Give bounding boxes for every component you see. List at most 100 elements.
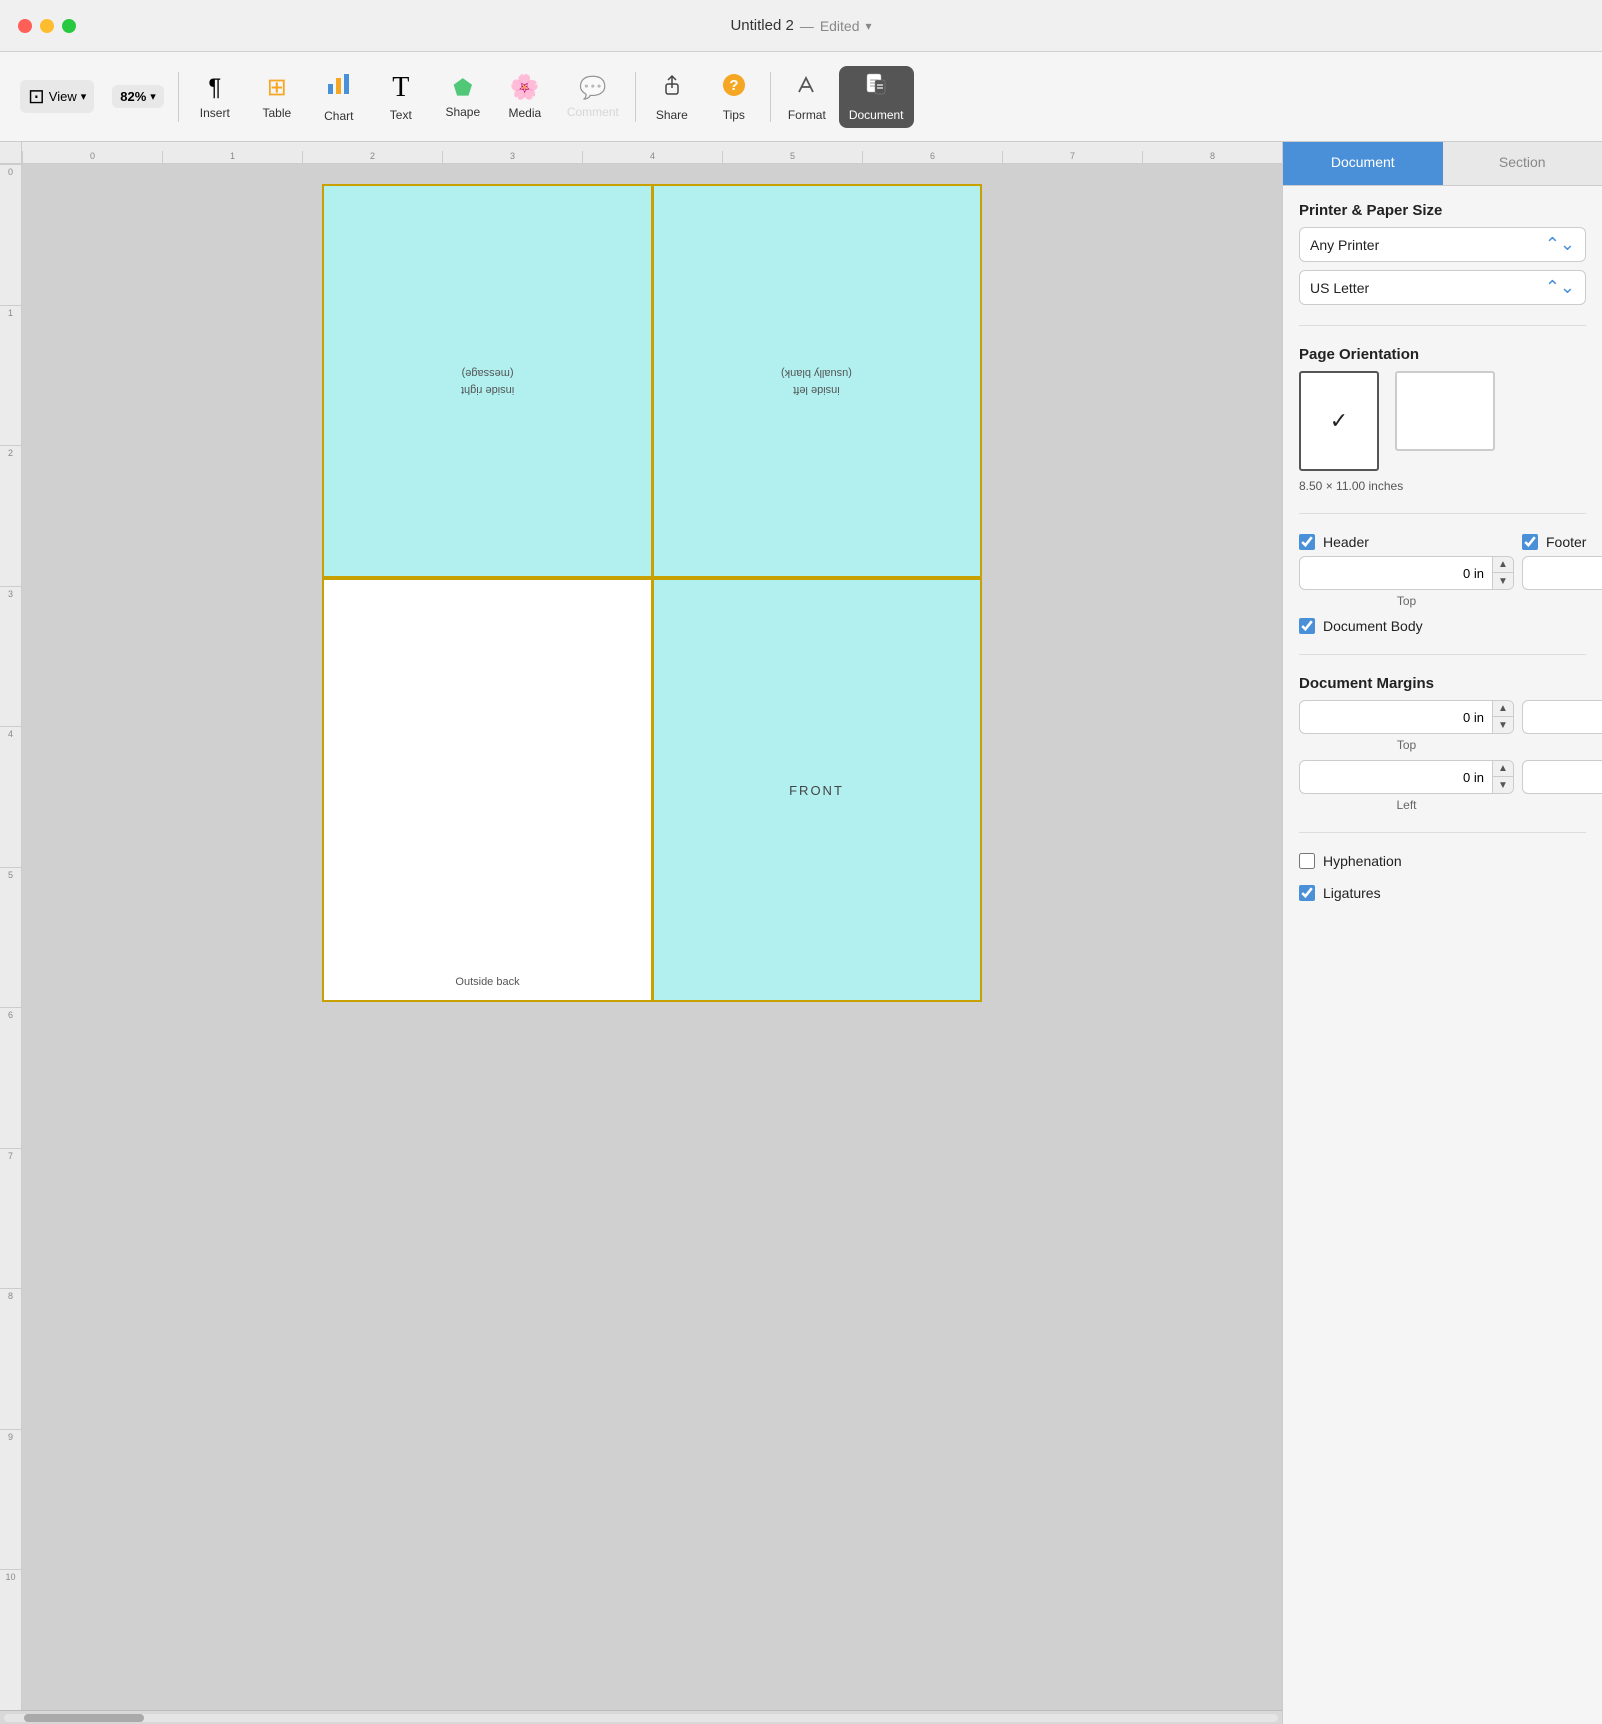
divider-1	[178, 72, 179, 122]
hyphenation-checkbox[interactable]	[1299, 853, 1315, 869]
insert-button[interactable]: ¶ Insert	[185, 68, 245, 126]
format-button[interactable]: Format	[777, 66, 837, 128]
outside-back-label: Outside back	[324, 976, 651, 988]
insert-label: Insert	[200, 106, 230, 120]
margin-left-input[interactable]	[1300, 764, 1492, 791]
close-button[interactable]	[18, 19, 32, 33]
portrait-preview: ✓	[1299, 371, 1379, 471]
bottom-row: Outside back FRONT	[322, 580, 982, 1002]
printer-select-arrow: ⌃⌄	[1545, 234, 1575, 255]
margin-top-group: ▲ ▼ Top	[1299, 700, 1514, 752]
share-icon	[659, 72, 685, 104]
horizontal-scrollbar[interactable]	[0, 1710, 1282, 1724]
footer-input[interactable]	[1523, 560, 1602, 587]
tips-button[interactable]: ? Tips	[704, 66, 764, 128]
window-title: Untitled 2 — Edited ▾	[730, 17, 871, 34]
ruler-mark-1: 1	[162, 151, 302, 163]
document-body-checkbox[interactable]	[1299, 618, 1315, 634]
landscape-preview	[1395, 371, 1495, 451]
printer-paper-title: Printer & Paper Size	[1299, 202, 1586, 219]
margin-top-step-down[interactable]: ▼	[1493, 717, 1513, 733]
orientation-portrait[interactable]: ✓	[1299, 371, 1379, 471]
printer-paper-section: Printer & Paper Size Any Printer ⌃⌄ US L…	[1299, 202, 1586, 305]
tips-icon: ?	[721, 72, 747, 104]
top-row: inside right(message) inside left(usuall…	[322, 184, 982, 578]
margin-left-steppers: ▲ ▼	[1492, 761, 1513, 793]
tab-document[interactable]: Document	[1283, 142, 1443, 185]
page-inside-right: inside right(message)	[324, 186, 653, 576]
divider-printer-orientation	[1299, 325, 1586, 326]
header-checkbox[interactable]	[1299, 534, 1315, 550]
margin-bottom-input[interactable]	[1523, 704, 1602, 731]
ligatures-label: Ligatures	[1323, 885, 1381, 901]
share-button[interactable]: Share	[642, 66, 702, 128]
shape-button[interactable]: ⬟ Shape	[433, 69, 493, 125]
margin-left-step-up[interactable]: ▲	[1493, 761, 1513, 777]
divider-orientation-header	[1299, 513, 1586, 514]
table-button[interactable]: ⊞ Table	[247, 67, 307, 126]
paper-select-arrow: ⌃⌄	[1545, 277, 1575, 298]
paper-select[interactable]: US Letter ⌃⌄	[1299, 270, 1586, 305]
minimize-button[interactable]	[40, 19, 54, 33]
margins-section: Document Margins ▲ ▼ Top	[1299, 675, 1586, 812]
view-control[interactable]: ⊡ View ▾	[12, 76, 102, 117]
zoom-control[interactable]: 82% ▾	[104, 81, 172, 112]
page-outside-back: Outside back	[324, 580, 653, 1000]
margins-title: Document Margins	[1299, 675, 1586, 692]
view-label: View	[49, 89, 77, 104]
header-input[interactable]	[1300, 560, 1492, 587]
portrait-checkmark: ✓	[1330, 408, 1348, 434]
svg-text:?: ?	[729, 77, 738, 94]
canvas-scroll[interactable]: 0 1 2 3 4 5 6 7 8 9 10	[0, 164, 1282, 1710]
panel-body: Printer & Paper Size Any Printer ⌃⌄ US L…	[1283, 186, 1602, 917]
printer-select[interactable]: Any Printer ⌃⌄	[1299, 227, 1586, 262]
toolbar: ⊡ View ▾ 82% ▾ ¶ Insert ⊞ Table Chart	[0, 52, 1602, 142]
divider-margins-hyph	[1299, 832, 1586, 833]
header-footer-section: Header ▲ ▼ Top	[1299, 534, 1586, 634]
panel-tabs: Document Section	[1283, 142, 1602, 186]
margin-left-group: ▲ ▼ Left	[1299, 760, 1514, 812]
margin-right-input[interactable]	[1523, 764, 1602, 791]
chart-label: Chart	[324, 109, 353, 123]
ruler-mark-6: 6	[862, 151, 1002, 163]
insert-icon: ¶	[208, 74, 221, 102]
margin-left-step-down[interactable]: ▼	[1493, 777, 1513, 793]
header-step-down[interactable]: ▼	[1493, 573, 1513, 589]
margin-top-stepper: ▲ ▼	[1299, 700, 1514, 734]
title-chevron[interactable]: ▾	[866, 19, 872, 33]
text-button[interactable]: T Text	[371, 66, 431, 128]
media-button[interactable]: 🌸 Media	[495, 67, 555, 126]
document-body-label: Document Body	[1323, 618, 1423, 634]
margin-top-step-up[interactable]: ▲	[1493, 701, 1513, 717]
margin-left-stepper: ▲ ▼	[1299, 760, 1514, 794]
comment-button[interactable]: 💬 Comment	[557, 69, 629, 125]
footer-group: Footer ▲ ▼ Bottom	[1522, 534, 1602, 608]
shape-icon: ⬟	[453, 75, 472, 101]
margin-top-input[interactable]	[1300, 704, 1492, 731]
scrollbar-track	[4, 1714, 1278, 1722]
printer-value: Any Printer	[1310, 237, 1379, 253]
document-label: Document	[849, 108, 904, 122]
footer-checkbox[interactable]	[1522, 534, 1538, 550]
document-button[interactable]: Document	[839, 66, 914, 128]
front-label: FRONT	[789, 783, 844, 798]
text-icon: T	[392, 72, 409, 104]
header-steppers: ▲ ▼	[1492, 557, 1513, 589]
header-input-group: ▲ ▼ Top	[1299, 556, 1514, 608]
margin-top-label: Top	[1397, 738, 1416, 752]
inside-left-label: inside left(usually blank)	[781, 365, 852, 398]
zoom-chevron-icon: ▾	[150, 90, 156, 103]
footer-input-group: ▲ ▼ Bottom	[1522, 556, 1602, 608]
maximize-button[interactable]	[62, 19, 76, 33]
header-step-up[interactable]: ▲	[1493, 557, 1513, 573]
ruler-corner	[0, 142, 22, 164]
margin-bottom-stepper: ▲ ▼	[1522, 700, 1602, 734]
ligatures-checkbox[interactable]	[1299, 885, 1315, 901]
margins-inputs: ▲ ▼ Top ▲ ▼	[1299, 700, 1586, 812]
tab-section[interactable]: Section	[1443, 142, 1602, 185]
chart-button[interactable]: Chart	[309, 64, 369, 129]
scrollbar-thumb[interactable]	[24, 1714, 144, 1722]
footer-input-stepper: ▲ ▼	[1522, 556, 1602, 590]
divider-2	[635, 72, 636, 122]
orientation-landscape[interactable]	[1395, 371, 1495, 471]
